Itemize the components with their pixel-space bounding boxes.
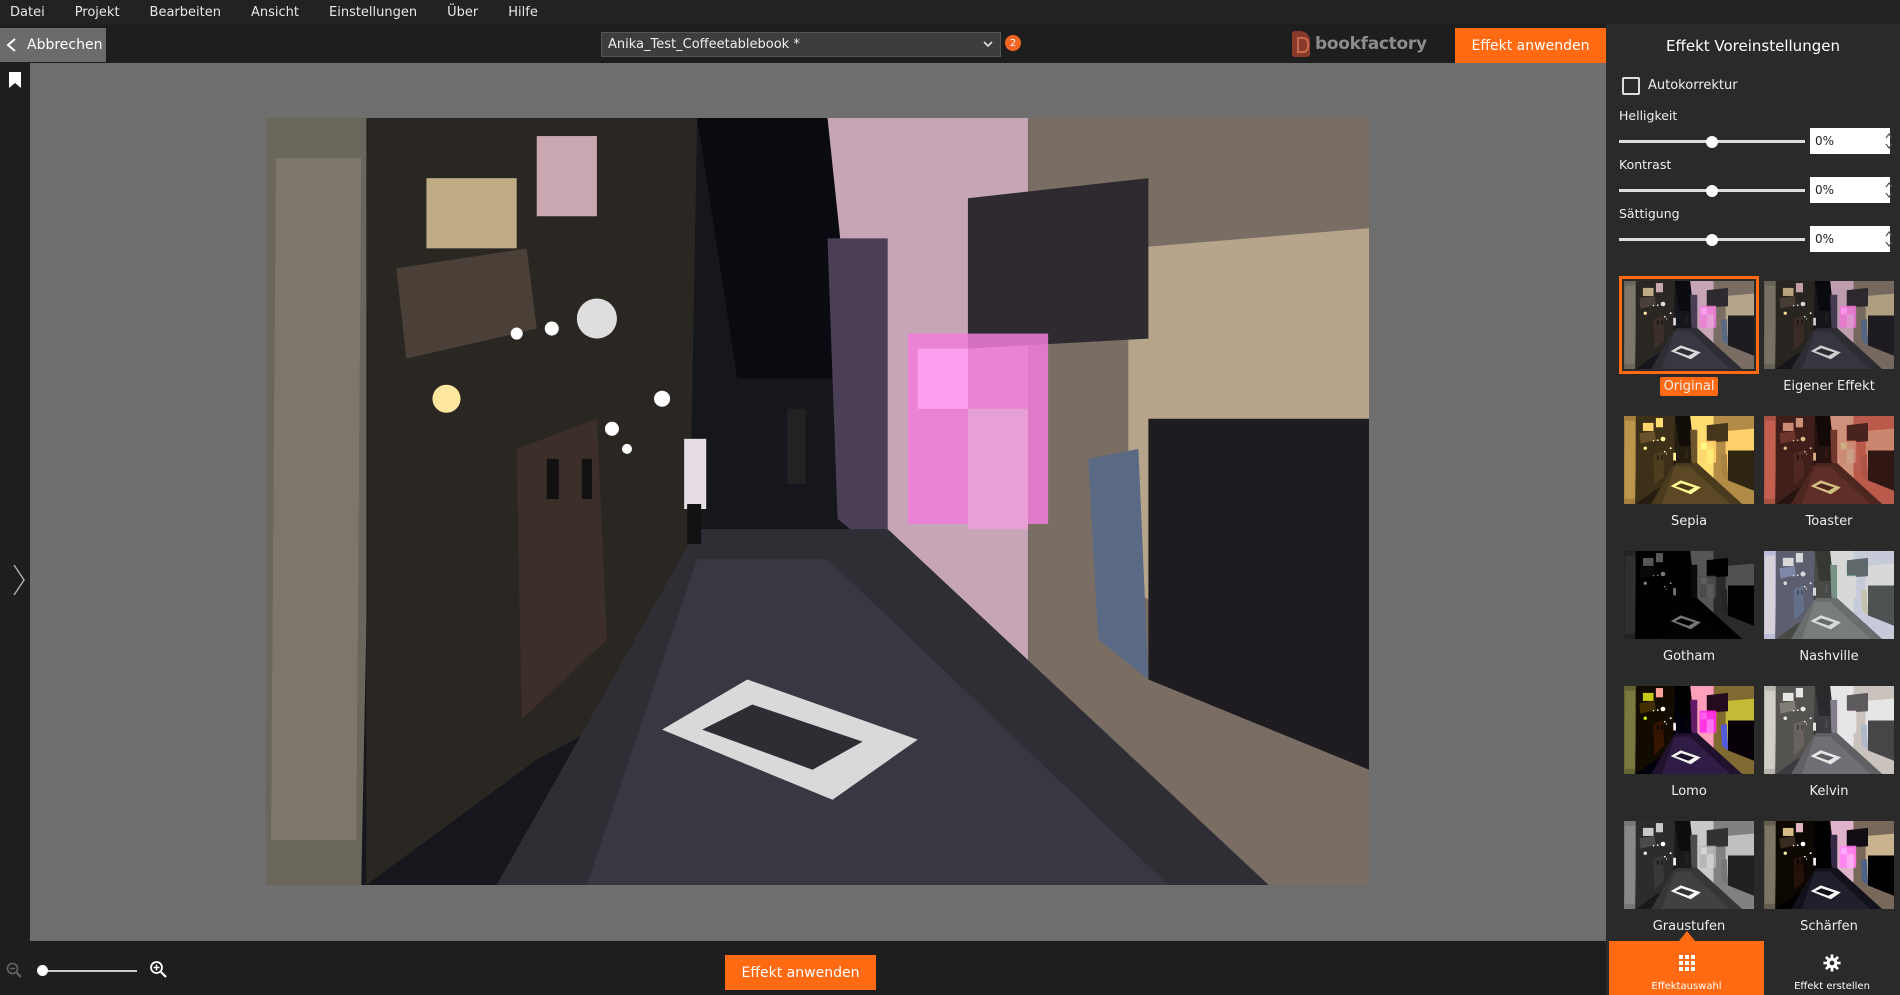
tab-create-effect[interactable]: Effekt erstellen (1764, 941, 1900, 995)
menu-item-bearbeiten[interactable]: Bearbeiten (135, 5, 236, 20)
effect-tile-sharpen[interactable] (1764, 821, 1894, 909)
cancel-button[interactable]: Abbrechen (0, 28, 106, 62)
menu-item-projekt[interactable]: Projekt (60, 5, 135, 20)
contrast-value: 0% (1815, 183, 1835, 197)
contrast-input[interactable]: 0% (1810, 177, 1893, 203)
saturation-value: 0% (1815, 232, 1835, 246)
effect-tile-gotham[interactable] (1624, 551, 1754, 639)
panel-title: Effekt Voreinstellungen (1666, 37, 1840, 55)
menu-item-einstellungen[interactable]: Einstellungen (314, 5, 432, 20)
saturation-label: Sättigung (1619, 206, 1680, 221)
top-toolbar: Abbrechen Anika_Test_Coffeetablebook * 2… (0, 24, 1606, 63)
apply-effect-button-bottom[interactable]: Effekt anwenden (725, 955, 876, 990)
autocorrect-label: Autokorrektur (1648, 78, 1738, 93)
effect-label-original: Original (1619, 377, 1759, 396)
effect-label-gotham: Gotham (1663, 649, 1715, 664)
effect-label-sharpen: Schärfen (1800, 919, 1858, 934)
menu-item-ueber[interactable]: Über (432, 5, 493, 20)
menu-item-ansicht[interactable]: Ansicht (236, 5, 314, 20)
project-name: Anika_Test_Coffeetablebook * (608, 37, 800, 52)
project-select[interactable]: Anika_Test_Coffeetablebook * (601, 32, 1001, 57)
effect-thumbnail (1624, 821, 1754, 909)
effect-label-kelvin: Kelvin (1809, 784, 1849, 799)
brightness-slider-handle[interactable] (1706, 136, 1718, 148)
effect-tile-custom[interactable] (1764, 281, 1894, 369)
effect-thumbnail (1624, 281, 1754, 369)
autocorrect-checkbox[interactable] (1622, 77, 1640, 95)
photo-image (266, 118, 1369, 885)
menu-item-hilfe[interactable]: Hilfe (493, 5, 553, 20)
chevron-left-icon (6, 38, 16, 52)
effect-thumbnail (1624, 551, 1754, 639)
brightness-input[interactable]: 0% (1810, 128, 1893, 154)
effect-thumbnail (1764, 416, 1894, 504)
effect-tile-toaster[interactable] (1764, 416, 1894, 504)
saturation-input[interactable]: 0% (1810, 226, 1893, 252)
menu-item-datei[interactable]: Datei (0, 5, 60, 20)
logo-wordmark: bookfactory (1315, 34, 1427, 54)
tab-create-effect-label: Effekt erstellen (1794, 981, 1870, 992)
brightness-label: Helligkeit (1619, 108, 1678, 123)
photo-preview[interactable] (266, 118, 1369, 885)
zoom-in-icon[interactable] (149, 960, 167, 978)
effect-label-nashville: Nashville (1799, 649, 1859, 664)
contrast-slider-handle[interactable] (1706, 185, 1718, 197)
notification-badge[interactable]: 2 (1005, 35, 1021, 51)
spinner-arrows-icon[interactable] (1884, 179, 1894, 201)
left-sidebar (0, 63, 30, 941)
logo-mark-icon (1292, 31, 1310, 57)
effect-tile-grayscale[interactable] (1624, 821, 1754, 909)
chevron-down-icon (983, 41, 993, 48)
bookmark-icon[interactable] (9, 72, 21, 88)
effect-label-custom: Eigener Effekt (1783, 379, 1875, 394)
gear-icon (1823, 954, 1841, 972)
bottom-bar: Effekt anwenden (0, 941, 1606, 995)
effect-thumbnail (1624, 686, 1754, 774)
effect-thumbnail (1764, 551, 1894, 639)
chevron-right-icon[interactable] (12, 563, 26, 597)
effect-tile-kelvin[interactable] (1764, 686, 1894, 774)
tab-effect-selection-label: Effektauswahl (1651, 981, 1722, 992)
contrast-label: Kontrast (1619, 157, 1672, 172)
effect-tile-lomo[interactable] (1624, 686, 1754, 774)
tab-effect-selection[interactable]: Effektauswahl (1609, 931, 1764, 995)
effect-thumbnail (1764, 686, 1894, 774)
zoom-slider-track[interactable] (42, 970, 137, 972)
apply-effect-button-top[interactable]: Effekt anwenden (1455, 28, 1606, 63)
effect-label-sepia: Sepia (1670, 514, 1708, 529)
effect-tile-original[interactable] (1619, 276, 1759, 374)
menu-bar: Datei Projekt Bearbeiten Ansicht Einstel… (0, 0, 1900, 24)
effect-tile-sepia[interactable] (1624, 416, 1754, 504)
spinner-arrows-icon[interactable] (1884, 130, 1894, 152)
effect-panel: Effekt Voreinstellungen Autokorrektur He… (1606, 24, 1900, 995)
bookfactory-logo: bookfactory (1292, 30, 1427, 58)
saturation-slider-handle[interactable] (1706, 234, 1718, 246)
effect-thumbnail (1764, 281, 1894, 369)
effect-thumbnail (1624, 416, 1754, 504)
grid-icon (1678, 955, 1695, 971)
cancel-button-label: Abbrechen (27, 37, 103, 53)
zoom-out-icon[interactable] (6, 962, 22, 978)
effect-thumbnail (1764, 821, 1894, 909)
editor-canvas (30, 63, 1606, 941)
spinner-arrows-icon[interactable] (1884, 228, 1894, 250)
brightness-value: 0% (1815, 134, 1835, 148)
effect-label-lomo: Lomo (1671, 784, 1707, 799)
effect-tile-nashville[interactable] (1764, 551, 1894, 639)
zoom-slider-handle[interactable] (37, 965, 48, 976)
effect-label-toaster: Toaster (1805, 514, 1853, 529)
